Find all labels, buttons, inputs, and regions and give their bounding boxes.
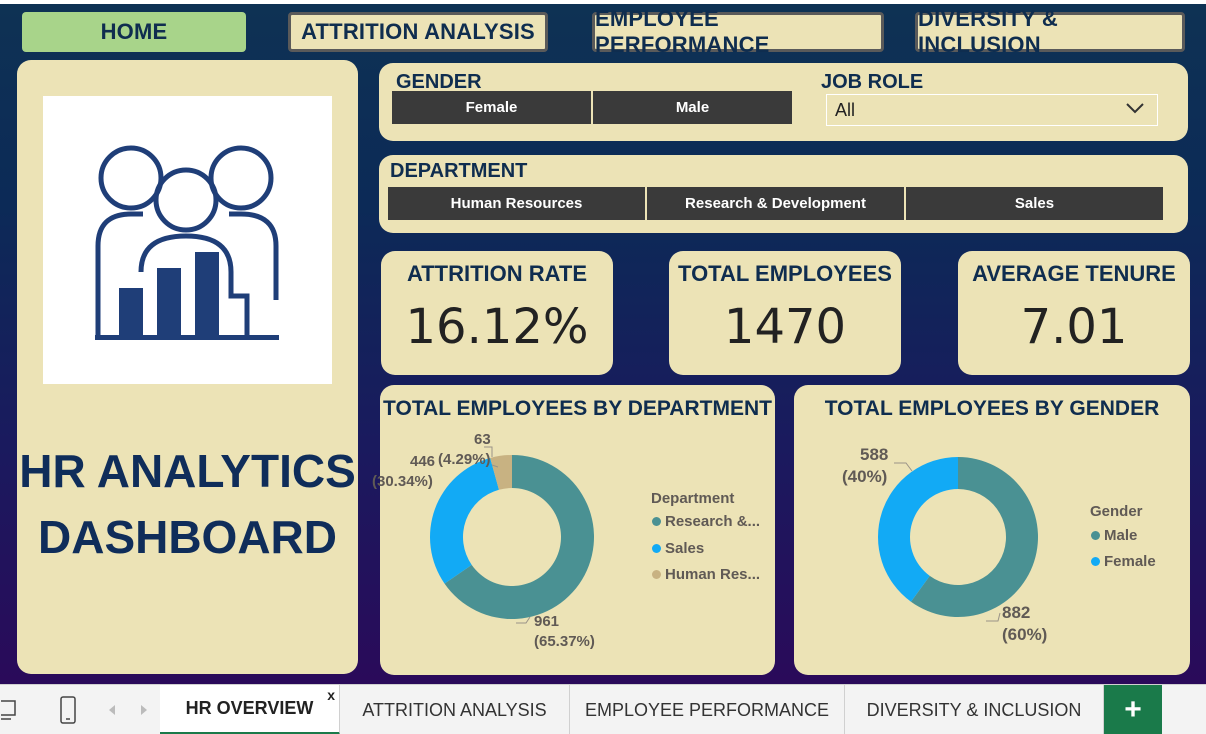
department-slicer-panel: DEPARTMENT Human Resources Research & De…	[379, 155, 1188, 233]
department-option-hr[interactable]: Human Resources	[388, 187, 647, 220]
legend-marker	[652, 544, 661, 553]
gender-slice-1[interactable]	[878, 457, 958, 602]
nav-performance-button[interactable]: EMPLOYEE PERFORMANCE	[592, 6, 884, 57]
department-option-rnd[interactable]: Research & Development	[647, 187, 906, 220]
normal-view-icon[interactable]	[0, 685, 22, 734]
kpi-value: 16.12%	[405, 299, 589, 355]
legend-label: Sales	[665, 540, 705, 557]
scroll-tabs-right-icon[interactable]	[136, 685, 152, 734]
data-label-male-pct: (60%)	[1002, 625, 1048, 644]
legend-item-sales[interactable]: Sales	[652, 540, 704, 557]
data-label-male-count: 882	[1002, 603, 1031, 622]
data-label-hr-count: 63	[474, 431, 491, 448]
scroll-tabs-left-icon[interactable]	[104, 685, 120, 734]
kpi-average-tenure: AVERAGE TENURE 7.01	[958, 251, 1190, 375]
close-icon[interactable]: x	[327, 687, 335, 703]
department-donut-chart	[430, 446, 594, 624]
jobrole-dropdown[interactable]: All	[826, 94, 1158, 126]
data-label-female-count: 588	[860, 445, 889, 464]
kpi-title: TOTAL EMPLOYEES	[678, 261, 892, 286]
kpi-value: 7.01	[1020, 299, 1128, 355]
data-label-sales-count: 446	[410, 453, 436, 470]
tab-employee-performance[interactable]: EMPLOYEE PERFORMANCE	[570, 685, 845, 734]
tab-hr-overview[interactable]: HR OVERVIEW x	[160, 685, 340, 734]
chevron-down-icon	[1126, 103, 1144, 114]
department-option-sales[interactable]: Sales	[906, 187, 1163, 220]
kpi-total-employees: TOTAL EMPLOYEES 1470	[669, 251, 901, 375]
department-slicer-label: DEPARTMENT	[390, 160, 528, 182]
tab-label: EMPLOYEE PERFORMANCE	[584, 699, 830, 720]
legend-label: Research &...	[665, 513, 761, 530]
legend-marker	[1091, 531, 1100, 540]
jobrole-dropdown-value: All	[835, 99, 856, 120]
mobile-view-icon[interactable]	[56, 685, 80, 734]
dashboard-title-line2: DASHBOARD	[38, 511, 337, 563]
data-label-female-pct: (40%)	[842, 467, 888, 486]
legend-label: Human Res...	[665, 566, 761, 583]
legend-marker	[652, 517, 661, 526]
legend-label: Female	[1104, 553, 1156, 570]
sheet-tab-bar: HR OVERVIEW x ATTRITION ANALYSIS EMPLOYE…	[0, 684, 1206, 734]
legend-item-hr[interactable]: Human Res...	[652, 566, 760, 583]
gender-chart-panel: TOTAL EMPLOYEES BY GENDER 588 (40%) 882 …	[794, 385, 1190, 675]
data-label-sales-pct: (30.34%)	[372, 473, 433, 490]
gender-slicer: Female Male	[392, 91, 792, 124]
add-sheet-button[interactable]: +	[1104, 685, 1162, 734]
tab-diversity-inclusion[interactable]: DIVERSITY & INCLUSION	[845, 685, 1104, 734]
gender-option-male[interactable]: Male	[593, 91, 792, 124]
nav-attrition-button[interactable]: ATTRITION ANALYSIS	[288, 12, 548, 52]
logo-box	[43, 96, 332, 384]
department-slicer: Human Resources Research & Development S…	[388, 187, 1163, 220]
kpi-attrition-rate: ATTRITION RATE 16.12%	[381, 251, 613, 375]
data-label-hr-pct: (4.29%)	[438, 451, 491, 468]
tab-label: HR OVERVIEW	[185, 698, 314, 718]
data-label-rnd-count: 961	[534, 613, 560, 630]
dashboard-canvas: HOME ATTRITION ANALYSIS EMPLOYEE PERFORM…	[0, 0, 1206, 684]
nav-home-button[interactable]: HOME	[22, 12, 246, 52]
legend-item-rnd[interactable]: Research &...	[652, 513, 760, 530]
legend-title: Department	[651, 490, 735, 507]
gender-option-female[interactable]: Female	[392, 91, 593, 124]
dashboard-title: HR ANALYTICS DASHBOARD	[17, 438, 358, 570]
dashboard-title-line1: HR ANALYTICS	[19, 445, 356, 497]
legend-marker	[652, 570, 661, 579]
department-slice-1[interactable]	[430, 457, 499, 584]
tab-label: DIVERSITY & INCLUSION	[866, 699, 1082, 720]
leader-line-female	[894, 462, 913, 472]
leader-line-male	[986, 612, 1001, 622]
department-chart-panel: TOTAL EMPLOYEES BY DEPARTMENT 63 (4.29%)…	[372, 385, 775, 675]
top-divider	[0, 0, 1206, 4]
title-panel: HR ANALYTICS DASHBOARD	[17, 60, 358, 674]
tab-attrition-analysis[interactable]: ATTRITION ANALYSIS	[340, 685, 570, 734]
nav-diversity-button[interactable]: DIVERSITY & INCLUSION	[915, 6, 1185, 57]
legend-title: Gender	[1090, 503, 1143, 520]
legend-item-female[interactable]: Female	[1091, 553, 1156, 570]
gender-jobrole-slicer-panel: GENDER Female Male JOB ROLE All	[379, 63, 1188, 141]
kpi-title: AVERAGE TENURE	[972, 261, 1176, 286]
data-label-rnd-pct: (65.37%)	[534, 633, 595, 650]
legend-label: Male	[1104, 527, 1138, 544]
team-analytics-icon	[95, 145, 279, 340]
kpi-value: 1470	[723, 299, 847, 355]
kpi-title: ATTRITION RATE	[406, 261, 588, 286]
legend-item-male[interactable]: Male	[1091, 527, 1137, 544]
jobrole-slicer-label: JOB ROLE	[821, 71, 924, 93]
legend-marker	[1091, 557, 1100, 566]
tab-label: ATTRITION ANALYSIS	[362, 699, 547, 720]
